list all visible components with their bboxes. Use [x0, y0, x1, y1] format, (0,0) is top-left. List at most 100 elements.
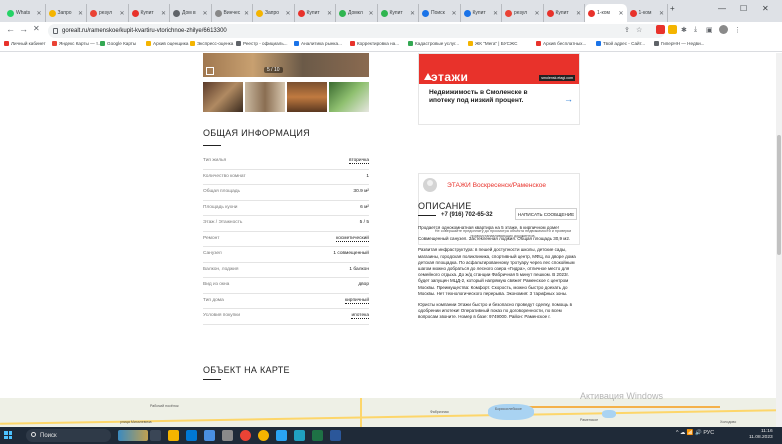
browser-tab[interactable]: Поиск ✕ — [419, 4, 461, 22]
browser-tab[interactable]: Винчес ✕ — [212, 4, 253, 22]
stop-loading-button[interactable]: ✕ — [33, 24, 40, 33]
tab-favicon-icon — [131, 9, 139, 17]
taskbar-search-box[interactable]: Поиск — [26, 429, 111, 442]
arrow-right-icon[interactable]: → — [564, 94, 573, 104]
agent-name-link[interactable]: ЭТАЖИ Воскресенск/Раменское — [447, 182, 546, 189]
lock-icon — [53, 28, 58, 34]
spec-value[interactable]: косметический — [336, 236, 369, 242]
bookmark-item[interactable]: Кадастровые услуг... — [408, 41, 459, 46]
tab-close-icon[interactable]: ✕ — [618, 10, 623, 17]
chrome-icon[interactable] — [240, 430, 251, 441]
scrollbar-thumb[interactable] — [777, 135, 781, 255]
share-icon[interactable]: ⇪ — [624, 26, 630, 34]
agent-phone[interactable]: +7 (916) 702-65-32 — [441, 212, 493, 218]
tab-close-icon[interactable]: ✕ — [576, 10, 581, 17]
tab-close-icon[interactable]: ✕ — [327, 10, 332, 17]
bookmark-star-icon[interactable]: ☆ — [636, 26, 642, 34]
window-minimize-button[interactable]: — — [718, 4, 726, 13]
browser-tab[interactable]: резул ✕ — [87, 4, 129, 22]
tab-close-icon[interactable]: ✕ — [119, 10, 124, 17]
browser-tab[interactable]: 1-ком ✕ — [627, 4, 668, 22]
bookmark-item[interactable]: Корректировка на... — [350, 41, 399, 46]
window-maximize-button[interactable]: ☐ — [740, 4, 747, 13]
tab-close-icon[interactable]: ✕ — [161, 10, 166, 17]
browser-tab[interactable]: Запро ✕ — [253, 4, 295, 22]
tab-close-icon[interactable]: ✕ — [78, 10, 83, 17]
browser-tab[interactable]: Купит ✕ — [461, 4, 502, 22]
tab-close-icon[interactable]: ✕ — [493, 10, 498, 17]
listing-main-photo[interactable] — [203, 53, 369, 77]
task-view-icon[interactable] — [150, 430, 161, 441]
bookmark-item[interactable]: Реестр - официаль... — [236, 41, 288, 46]
photo-thumbnail[interactable] — [245, 82, 285, 112]
system-tray[interactable]: ^ ☁ 📶 🔊 РУС — [676, 430, 714, 436]
browser-tab[interactable]: Купит ✕ — [544, 4, 585, 22]
browser-tab[interactable]: резул ✕ — [502, 4, 544, 22]
bookmark-item[interactable]: Твой адрес - Сайт... — [596, 41, 645, 46]
advertisement-banner[interactable]: этажи smolensk.etagi.com Недвижимость в … — [418, 53, 580, 125]
download-icon[interactable]: ⤓ — [694, 26, 697, 34]
store-icon[interactable] — [204, 430, 215, 441]
tab-close-icon[interactable]: ✕ — [202, 10, 207, 17]
tab-close-icon[interactable]: ✕ — [410, 10, 415, 17]
spec-row: Площадь кухни 6 м² — [203, 201, 369, 216]
bookmark-item[interactable]: ГиперНН — Недви... — [654, 41, 704, 46]
write-message-button[interactable]: НАПИСАТЬ СООБЩЕНИЕ — [515, 208, 577, 220]
extension-icon[interactable] — [656, 25, 665, 34]
extensions-puzzle-icon[interactable]: ✱ — [681, 26, 687, 34]
forward-button[interactable]: → — [19, 24, 28, 34]
browser-tab[interactable]: Купит ✕ — [295, 4, 336, 22]
spec-value[interactable]: кирпичный — [345, 298, 369, 304]
widgets-icon[interactable] — [118, 430, 148, 441]
tab-close-icon[interactable]: ✕ — [451, 10, 456, 17]
photo-thumbnail[interactable] — [287, 82, 327, 112]
spec-value[interactable]: вторичка — [349, 158, 369, 164]
address-bar[interactable]: gorealt.ru/ramenskoe/kupit-kvartiru-vtor… — [48, 24, 665, 38]
profile-avatar-icon[interactable] — [719, 25, 728, 34]
browser-tab[interactable]: 1-ком ✕ — [585, 4, 627, 22]
bookmark-item[interactable]: Аналитика рынка... — [294, 41, 342, 46]
extension-icon[interactable] — [668, 25, 677, 34]
location-map[interactable]: Рабочий посёлок улица Михалевича Фабричная… — [0, 398, 782, 427]
windows-start-icon[interactable] — [4, 431, 12, 439]
app-icon[interactable] — [222, 430, 233, 441]
tab-close-icon[interactable]: ✕ — [534, 10, 539, 17]
bookmark-item[interactable]: ЖК "Мега" | БУСЖС — [468, 41, 517, 46]
bookmark-item[interactable]: Личный кабинет — [4, 41, 46, 46]
browser-tab[interactable]: Домкл ✕ — [336, 4, 378, 22]
bookmark-item[interactable]: Архив бесплатных... — [536, 41, 586, 46]
spec-value[interactable]: ипотека — [351, 313, 369, 319]
bookmark-item[interactable]: Яндекс Карты — т... — [52, 41, 101, 46]
back-button[interactable]: ← — [6, 24, 15, 34]
yandex-browser-icon[interactable] — [258, 430, 269, 441]
tab-close-icon[interactable]: ✕ — [244, 10, 249, 17]
browser-tab[interactable]: Дом в ✕ — [170, 4, 212, 22]
bookmark-item[interactable]: Экспресс-оценка — [190, 41, 233, 46]
edge-icon[interactable] — [186, 430, 197, 441]
word-icon[interactable] — [330, 430, 341, 441]
tab-close-icon[interactable]: ✕ — [36, 10, 41, 17]
browser-tab[interactable]: Запро ✕ — [46, 4, 87, 22]
bookmark-favicon-icon — [190, 41, 195, 46]
photo-thumbnail[interactable] — [329, 82, 369, 112]
side-panel-icon[interactable]: ▣ — [706, 26, 713, 34]
excel-icon[interactable] — [312, 430, 323, 441]
bookmark-item[interactable]: Архив оценщика — [146, 41, 188, 46]
browser-tab[interactable]: Купит ✕ — [378, 4, 419, 22]
new-tab-button[interactable]: + — [670, 4, 675, 13]
tab-close-icon[interactable]: ✕ — [659, 10, 664, 17]
bookmark-item[interactable]: Google Карты — [100, 41, 136, 46]
photo-thumbnail[interactable] — [203, 82, 243, 112]
menu-dots-icon[interactable]: ⋮ — [734, 26, 741, 34]
telegram-icon[interactable] — [276, 430, 287, 441]
tab-close-icon[interactable]: ✕ — [285, 10, 290, 17]
expand-photo-icon[interactable] — [206, 67, 214, 75]
tab-close-icon[interactable]: ✕ — [368, 10, 373, 17]
bookmark-label: Личный кабинет — [11, 41, 46, 46]
taskbar-clock[interactable]: 11:16 11.08.2023 — [749, 429, 773, 441]
browser-tab[interactable]: Whats ✕ — [4, 4, 46, 22]
browser-tab[interactable]: Купит ✕ — [129, 4, 170, 22]
app-icon[interactable] — [294, 430, 305, 441]
file-explorer-icon[interactable] — [168, 430, 179, 441]
window-close-button[interactable]: ✕ — [762, 4, 769, 13]
